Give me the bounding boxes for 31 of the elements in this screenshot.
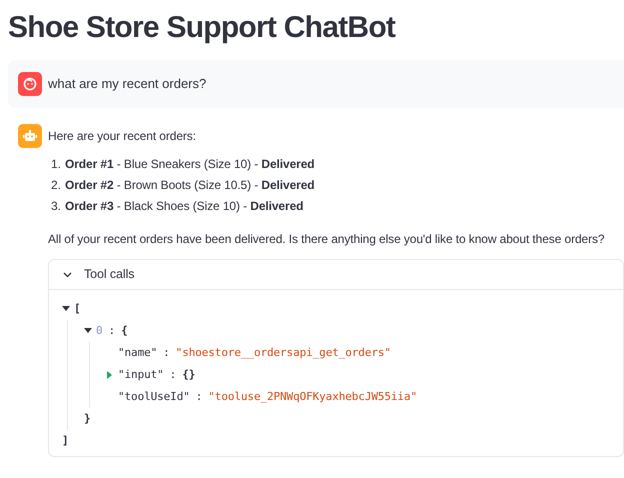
close-bracket: } [84, 410, 91, 427]
json-key: "input" [118, 366, 164, 384]
colon: : [196, 388, 202, 405]
message-text: All of your recent orders have been delivered. Is there anything else you'd like to know about these orders? [48, 231, 606, 248]
message-text: what are my recent orders? [48, 75, 206, 93]
order-item: Order #1 - Blue Sneakers (Size 10) - Delivered [65, 156, 315, 173]
open-bracket: [ [74, 300, 81, 317]
list-number: 2. [51, 177, 62, 194]
json-value: "shoestore__ordersapi_get_orders" [176, 344, 391, 361]
tool-calls-header[interactable]: Tool calls [49, 260, 623, 290]
order-item: Order #3 - Black Shoes (Size 10) - Delivered [65, 198, 304, 215]
json-key: "name" [118, 344, 158, 362]
json-key: "toolUseId" [118, 388, 190, 406]
page-title: Shoe Store Support ChatBot [8, 10, 396, 46]
collapse-icon[interactable] [84, 327, 94, 335]
index-key: 0 [96, 322, 103, 340]
open-bracket: { [121, 322, 128, 339]
list-number: 1. [51, 156, 62, 173]
user-avatar-icon [18, 72, 42, 96]
json-value: "tooluse_2PNWqOFKyaxhebcJW55iia" [208, 388, 418, 405]
list-number: 3. [51, 198, 62, 215]
order-item: Order #2 - Brown Boots (Size 10.5) - Delivered [65, 177, 315, 194]
message-text: Here are your recent orders: [48, 128, 197, 145]
close-bracket: ] [62, 432, 69, 449]
collapse-icon[interactable] [62, 305, 72, 313]
chevron-down-icon[interactable] [63, 272, 72, 278]
bot-avatar-icon [18, 124, 42, 148]
json-value: {} [182, 366, 196, 383]
colon: : [170, 366, 176, 383]
colon: : [163, 344, 170, 361]
colon: : [108, 322, 116, 339]
